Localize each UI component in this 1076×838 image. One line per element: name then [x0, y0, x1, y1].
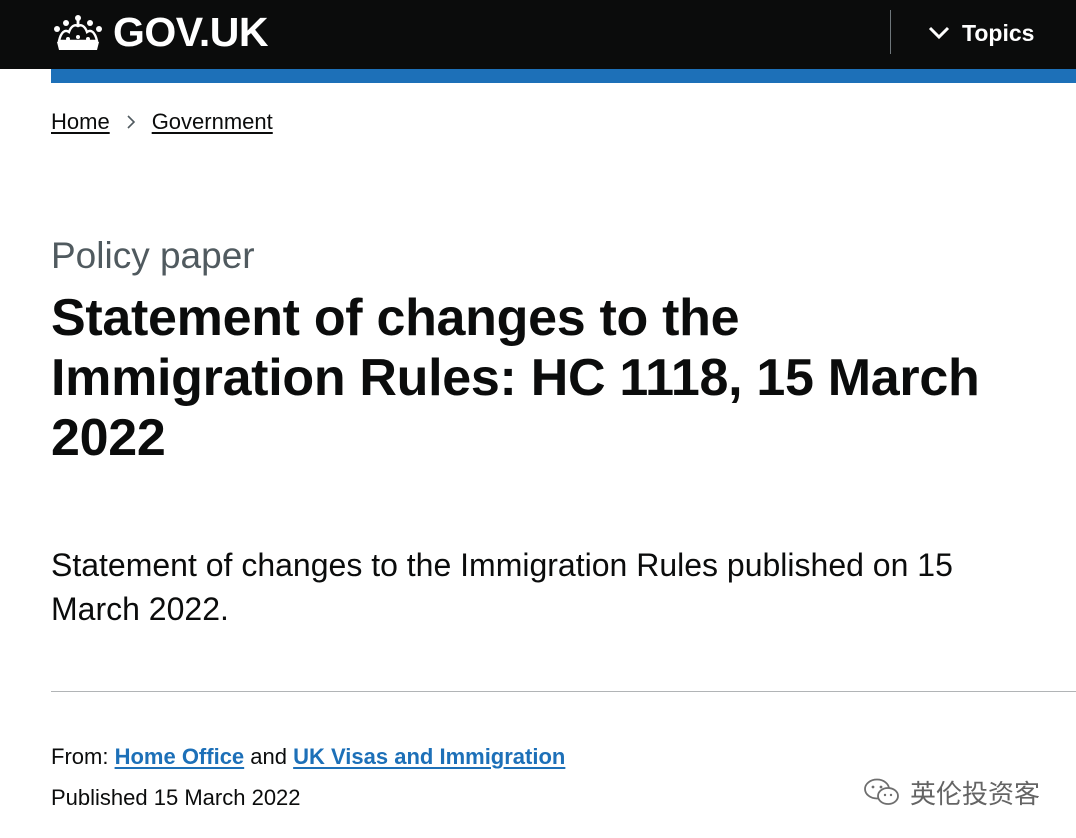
org-link-ukvi[interactable]: UK Visas and Immigration: [293, 744, 565, 769]
govuk-logo-link[interactable]: GOV.UK: [51, 10, 268, 54]
chevron-right-icon: [127, 115, 135, 129]
org-link-home-office[interactable]: Home Office: [115, 744, 245, 769]
breadcrumb-government-link[interactable]: Government: [152, 109, 273, 135]
published-date: 15 March 2022: [153, 785, 301, 810]
topics-menu-button[interactable]: Topics: [928, 14, 1034, 52]
topics-label: Topics: [962, 19, 1035, 46]
header-blue-bar: [51, 69, 1076, 83]
section-divider: [51, 691, 1076, 692]
watermark-text: 英伦投资客: [910, 779, 1041, 810]
metadata-from: From: Home Office and UK Visas and Immig…: [51, 741, 565, 773]
page-title: Statement of changes to the Immigration …: [51, 289, 980, 467]
metadata-published: Published 15 March 2022: [51, 782, 301, 814]
logo-text: GOV.UK: [113, 9, 268, 55]
crown-icon: [54, 15, 102, 50]
breadcrumb: Home Government: [51, 106, 273, 138]
breadcrumb-home-link[interactable]: Home: [51, 109, 110, 135]
page-lead: Statement of changes to the Immigration …: [51, 547, 953, 627]
wechat-icon: [864, 778, 899, 805]
header-divider: [890, 10, 891, 54]
and-text: and: [250, 744, 288, 769]
from-label: From:: [51, 744, 109, 769]
published-label: Published: [51, 785, 148, 810]
site-header: GOV.UK Topics: [0, 0, 1076, 69]
watermark: 英伦投资客: [862, 773, 1040, 811]
chevron-down-icon: [928, 26, 950, 40]
page-caption: Policy paper: [51, 235, 255, 276]
